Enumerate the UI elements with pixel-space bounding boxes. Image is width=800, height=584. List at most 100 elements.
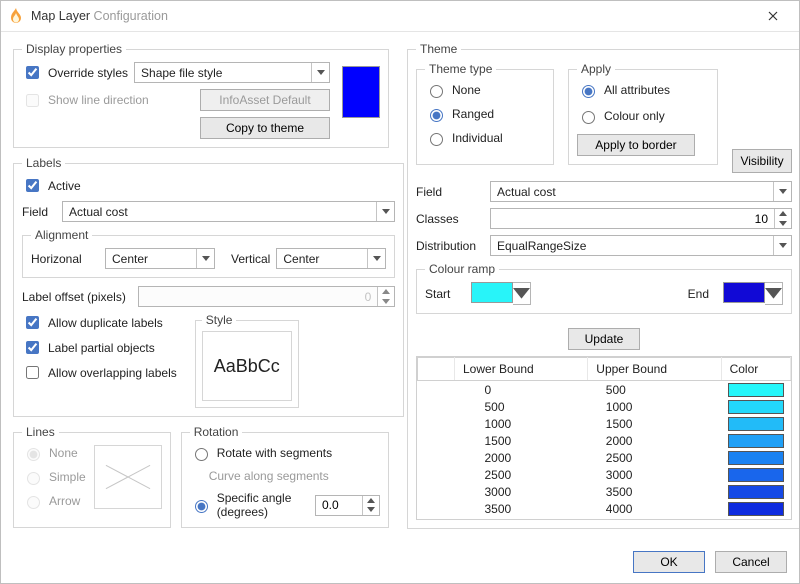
chevron-down-icon xyxy=(376,202,394,221)
labels-field-value: Actual cost xyxy=(63,202,376,221)
cell-upper: 500 xyxy=(588,381,721,399)
spinner-arrows-icon xyxy=(362,496,379,515)
lines-preview xyxy=(94,445,162,509)
theme-dist-combo[interactable]: EqualRangeSize xyxy=(490,235,792,256)
close-button[interactable] xyxy=(753,2,793,30)
style-preview-group: Style AaBbCc xyxy=(195,313,299,408)
table-row[interactable]: 5001000 xyxy=(418,398,791,415)
override-styles-checkbox[interactable]: Override styles xyxy=(22,63,128,82)
style-preview-box[interactable]: AaBbCc xyxy=(202,331,292,401)
theme-field-combo[interactable]: Actual cost xyxy=(490,181,792,202)
alignment-h-label: Horizonal xyxy=(31,252,99,266)
display-properties-legend: Display properties xyxy=(22,42,126,56)
display-properties-group: Display properties Override styles Shape… xyxy=(13,42,389,148)
cell-upper: 1500 xyxy=(588,415,721,432)
table-row[interactable]: 10001500 xyxy=(418,415,791,432)
copy-to-theme-button[interactable]: Copy to theme xyxy=(200,117,330,139)
apply-colour-label: Colour only xyxy=(604,109,665,123)
apply-colour-radio[interactable]: Colour only xyxy=(577,108,709,124)
override-styles-label: Override styles xyxy=(48,66,128,80)
lines-legend: Lines xyxy=(22,425,59,439)
spinner-arrows-icon xyxy=(377,287,394,306)
cell-lower: 500 xyxy=(455,398,588,415)
allow-overlap-checkbox[interactable]: Allow overlapping labels xyxy=(22,363,177,382)
theme-type-ranged-radio[interactable]: Ranged xyxy=(425,106,545,122)
table-row[interactable]: 15002000 xyxy=(418,432,791,449)
chevron-down-icon xyxy=(773,182,791,201)
allow-overlap-label: Allow overlapping labels xyxy=(48,366,177,380)
lines-arrow-radio: Arrow xyxy=(22,493,86,509)
bounds-table: Lower Bound Upper Bound Color 0500500100… xyxy=(416,356,792,520)
cell-color xyxy=(721,449,790,466)
labels-field-label: Field xyxy=(22,205,56,219)
table-row[interactable]: 30003500 xyxy=(418,483,791,500)
cancel-button[interactable]: Cancel xyxy=(715,551,787,573)
alignment-h-combo[interactable]: Center xyxy=(105,248,215,269)
theme-dist-value: EqualRangeSize xyxy=(491,236,773,255)
curve-along-segments-label: Curve along segments xyxy=(209,469,329,483)
cell-color xyxy=(721,415,790,432)
colour-ramp-legend: Colour ramp xyxy=(425,262,499,276)
allow-dup-checkbox[interactable]: Allow duplicate labels xyxy=(22,313,177,332)
close-icon xyxy=(768,11,778,21)
cell-lower: 1500 xyxy=(455,432,588,449)
table-row[interactable]: 0500 xyxy=(418,381,791,399)
titlebar: Map Layer Configuration xyxy=(1,1,799,32)
style-combo[interactable]: Shape file style xyxy=(134,62,330,83)
theme-type-individual-radio[interactable]: Individual xyxy=(425,130,545,146)
theme-classes-spinner[interactable] xyxy=(490,208,792,229)
ramp-start-label: Start xyxy=(425,287,465,301)
theme-type-ranged-label: Ranged xyxy=(452,107,494,121)
curve-along-segments-radio: Curve along segments xyxy=(190,469,380,483)
ramp-start-swatch[interactable] xyxy=(471,282,531,305)
infoasset-default-button: InfoAsset Default xyxy=(200,89,330,111)
label-offset-label: Label offset (pixels) xyxy=(22,290,126,304)
cell-color xyxy=(721,432,790,449)
theme-type-individual-label: Individual xyxy=(452,131,503,145)
specific-angle-radio[interactable]: Specific angle (degrees) xyxy=(190,491,309,519)
theme-legend: Theme xyxy=(416,42,461,56)
apply-to-border-button[interactable]: Apply to border xyxy=(577,134,695,156)
labels-active-label: Active xyxy=(48,179,81,193)
allow-dup-label: Allow duplicate labels xyxy=(48,316,163,330)
lines-simple-radio: Simple xyxy=(22,469,86,485)
col-header-color[interactable]: Color xyxy=(721,358,790,381)
cell-color xyxy=(721,483,790,500)
display-color-swatch[interactable] xyxy=(342,66,380,118)
dialog-footer: OK Cancel xyxy=(1,541,799,583)
col-header-lower[interactable]: Lower Bound xyxy=(455,358,588,381)
table-row[interactable]: 25003000 xyxy=(418,466,791,483)
apply-group: Apply All attributes Colour only Apply t… xyxy=(568,62,718,165)
table-row[interactable]: 20002500 xyxy=(418,449,791,466)
dialog-window: Map Layer Configuration Display properti… xyxy=(0,0,800,584)
alignment-v-combo[interactable]: Center xyxy=(276,248,386,269)
spinner-arrows-icon xyxy=(774,209,791,228)
specific-angle-label: Specific angle (degrees) xyxy=(217,491,309,519)
rotate-with-segments-label: Rotate with segments xyxy=(217,446,332,460)
theme-type-none-label: None xyxy=(452,83,481,97)
theme-type-none-radio[interactable]: None xyxy=(425,82,545,98)
rotate-with-segments-radio[interactable]: Rotate with segments xyxy=(190,445,380,461)
style-combo-value: Shape file style xyxy=(135,63,311,82)
app-icon xyxy=(9,8,23,24)
cell-lower: 3500 xyxy=(455,500,588,517)
table-row[interactable]: 35004000 xyxy=(418,500,791,517)
visibility-button[interactable]: Visibility xyxy=(732,149,792,173)
update-button[interactable]: Update xyxy=(568,328,640,350)
specific-angle-spinner[interactable] xyxy=(315,495,380,516)
col-header-upper[interactable]: Upper Bound xyxy=(588,358,721,381)
window-title-main: Map Layer xyxy=(31,9,90,23)
ramp-end-swatch[interactable] xyxy=(723,282,783,305)
window-title: Map Layer Configuration xyxy=(31,9,168,23)
cell-lower: 2500 xyxy=(455,466,588,483)
labels-active-checkbox[interactable]: Active xyxy=(22,176,81,195)
apply-all-label: All attributes xyxy=(604,83,670,97)
theme-field-value: Actual cost xyxy=(491,182,773,201)
ok-button[interactable]: OK xyxy=(633,551,705,573)
labels-field-combo[interactable]: Actual cost xyxy=(62,201,395,222)
theme-group: Theme Theme type None Ranged Individual … xyxy=(407,42,799,529)
cell-lower: 1000 xyxy=(455,415,588,432)
apply-all-radio[interactable]: All attributes xyxy=(577,82,709,98)
lines-simple-label: Simple xyxy=(49,470,86,484)
label-partial-checkbox[interactable]: Label partial objects xyxy=(22,338,177,357)
